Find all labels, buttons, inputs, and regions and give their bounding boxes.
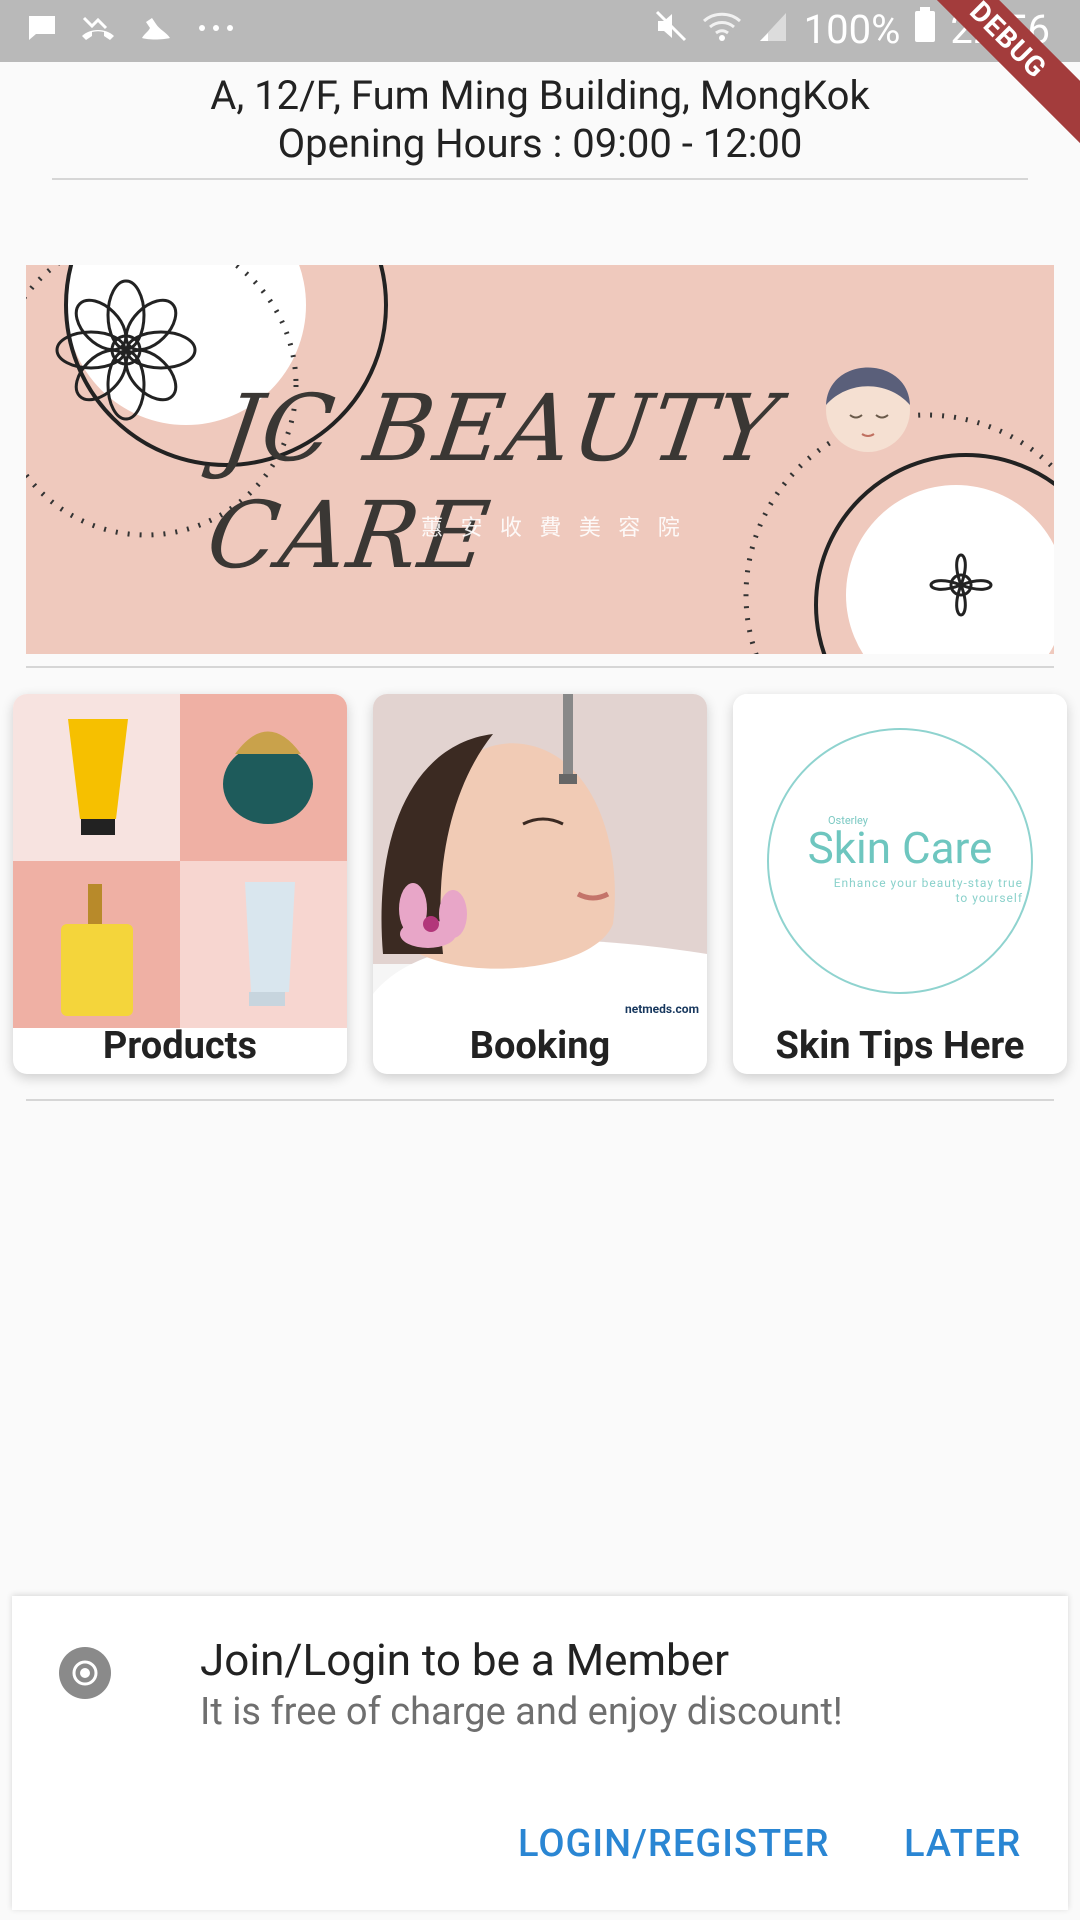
banner-title: JC BEAUTY CARE: [200, 375, 787, 589]
header-divider: [52, 178, 1028, 180]
signal-icon: [756, 6, 790, 53]
member-prompt-title: Join/Login to be a Member: [200, 1634, 729, 1686]
banner-subtitle: 蕙 安 收 費 美 容 院: [421, 516, 686, 541]
cards-divider: [26, 1099, 1054, 1101]
member-prompt-sheet: Join/Login to be a Member It is free of …: [12, 1596, 1068, 1910]
products-card[interactable]: Products: [13, 694, 347, 1074]
brand-banner: JC BEAUTY CARE 蕙 安 收 費 美 容 院: [26, 265, 1054, 654]
fitness-icon: [138, 12, 174, 48]
login-register-button[interactable]: LOGIN/REGISTER: [518, 1822, 830, 1866]
battery-icon: [914, 6, 936, 53]
skin-logo-tagline-2: to yourself: [955, 891, 1023, 905]
products-label: Products: [102, 1024, 258, 1068]
message-icon: [26, 12, 58, 48]
booking-label: Booking: [469, 1024, 611, 1068]
later-button[interactable]: LATER: [904, 1822, 1021, 1866]
notification-icons: [26, 12, 236, 48]
booking-image: [373, 694, 707, 1028]
products-image: [13, 694, 347, 1028]
member-prompt-subtitle: It is free of charge and enjoy discount!: [200, 1690, 843, 1734]
mute-icon: [654, 6, 688, 53]
booking-card[interactable]: netmeds.com Booking: [373, 694, 707, 1074]
store-info: A, 12/F, Fum Ming Building, MongKok Open…: [0, 72, 1080, 168]
store-address: A, 12/F, Fum Ming Building, MongKok: [210, 72, 870, 119]
booking-watermark: netmeds.com: [625, 1002, 699, 1016]
skin-logo-tagline-1: Enhance your beauty-stay true: [833, 876, 1023, 890]
skin-logo-title: Skin Care: [807, 822, 993, 874]
skin-tips-label: Skin Tips Here: [775, 1024, 1025, 1068]
radio-dot-icon: [58, 1646, 112, 1704]
status-bar: 100% 22:56 DEBUG: [0, 0, 1080, 148]
battery-percent: 100%: [803, 6, 901, 53]
missed-call-icon: [80, 12, 116, 48]
banner-divider: [26, 666, 1054, 668]
more-icon: [196, 12, 236, 48]
skin-tips-card[interactable]: Osterley Skin Care Enhance your beauty-s…: [733, 694, 1067, 1074]
wifi-icon: [702, 6, 742, 53]
opening-hours: Opening Hours : 09:00 - 12:00: [277, 120, 803, 167]
